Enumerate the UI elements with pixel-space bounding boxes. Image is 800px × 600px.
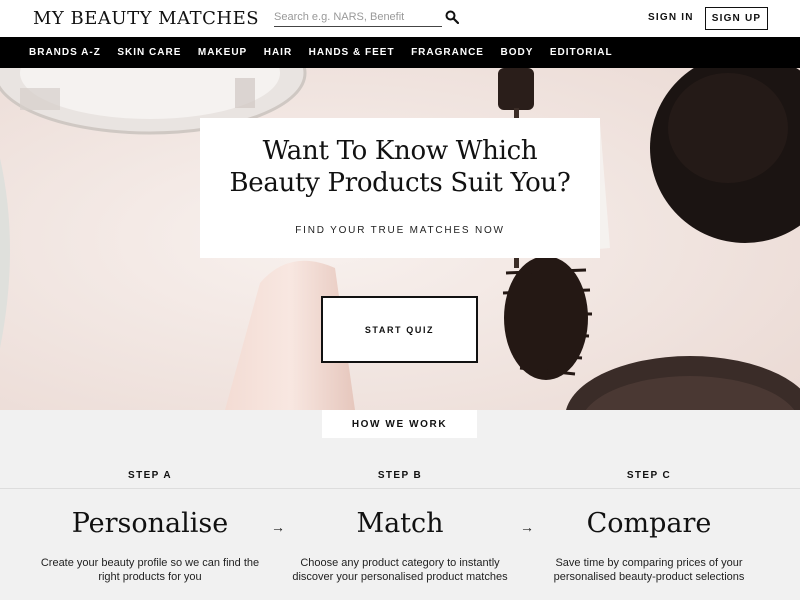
hero-subtitle: FIND YOUR TRUE MATCHES NOW bbox=[295, 225, 505, 236]
site-header: MY BEAUTY MATCHES SIGN IN SIGN UP bbox=[0, 0, 800, 37]
step-a-description: Create your beauty profile so we can fin… bbox=[40, 557, 260, 583]
nav-item-editorial[interactable]: EDITORIAL bbox=[550, 47, 613, 58]
step-a-title: Personalise bbox=[71, 508, 229, 539]
arrow-right-icon: → bbox=[520, 519, 534, 535]
step-c-description: Save time by comparing prices of your pe… bbox=[553, 557, 745, 583]
nav-item-body[interactable]: BODY bbox=[500, 47, 533, 58]
hero-card: Want To Know Which Beauty Products Suit … bbox=[200, 118, 600, 258]
sign-up-button[interactable]: SIGN UP bbox=[705, 7, 768, 30]
step-c-label: STEP C bbox=[626, 470, 672, 481]
start-quiz-button[interactable]: START QUIZ bbox=[321, 296, 478, 363]
hero-title-line-1: Want To Know Which bbox=[262, 136, 538, 166]
step-b-description: Choose any product category to instantly… bbox=[292, 557, 508, 583]
nav-item-fragrance[interactable]: FRAGRANCE bbox=[411, 47, 484, 58]
hero-banner: Want To Know Which Beauty Products Suit … bbox=[0, 68, 800, 410]
search-icon[interactable] bbox=[445, 10, 459, 24]
nav-item-makeup[interactable]: MAKEUP bbox=[198, 47, 247, 58]
search-input[interactable] bbox=[274, 9, 442, 27]
step-b-label: STEP B bbox=[377, 470, 423, 481]
main-nav: BRANDS A-Z SKIN CARE MAKEUP HAIR HANDS &… bbox=[0, 37, 800, 68]
how-we-work-label: HOW WE WORK bbox=[322, 410, 477, 438]
step-a-label: STEP A bbox=[128, 470, 172, 481]
nav-item-hair[interactable]: HAIR bbox=[264, 47, 292, 58]
section-divider bbox=[0, 488, 800, 489]
nav-item-skin-care[interactable]: SKIN CARE bbox=[117, 47, 181, 58]
sign-in-link[interactable]: SIGN IN bbox=[648, 12, 694, 23]
nav-item-brands[interactable]: BRANDS A-Z bbox=[29, 47, 101, 58]
site-logo[interactable]: MY BEAUTY MATCHES bbox=[33, 8, 259, 29]
arrow-right-icon: → bbox=[271, 519, 285, 535]
step-c-title: Compare bbox=[586, 508, 712, 539]
hero-title-line-2: Beauty Products Suit You? bbox=[229, 168, 571, 198]
step-b-title: Match bbox=[356, 508, 444, 539]
nav-item-hands-feet[interactable]: HANDS & FEET bbox=[309, 47, 395, 58]
